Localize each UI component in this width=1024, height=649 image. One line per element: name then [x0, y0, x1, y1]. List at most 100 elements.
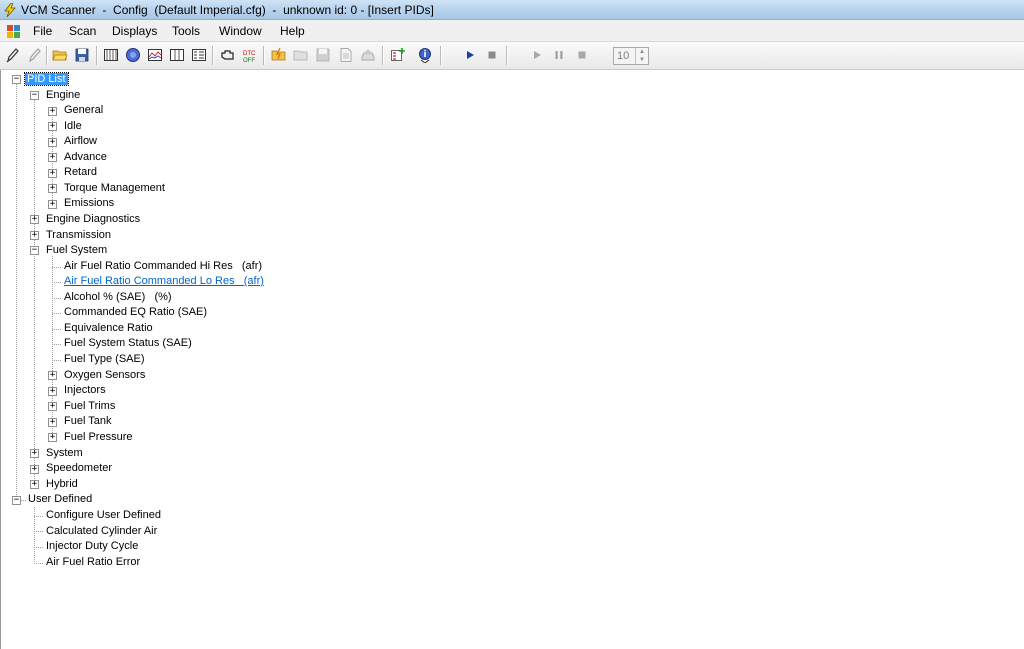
collapse-toggle[interactable]: − — [12, 75, 21, 84]
tree-node-engine[interactable]: Engine — [46, 88, 80, 103]
tree-node-user-defined[interactable]: User Defined — [28, 492, 92, 507]
expand-toggle[interactable]: + — [48, 107, 57, 116]
tree-node-pid-list[interactable]: PID List — [24, 72, 69, 87]
tree-node-fuel-tank[interactable]: Fuel Tank — [64, 414, 112, 429]
svg-text:OFF: OFF — [243, 58, 255, 63]
collapse-toggle[interactable]: − — [30, 91, 39, 100]
tree-node-speedometer[interactable]: Speedometer — [46, 461, 112, 476]
play-disabled-icon[interactable] — [529, 47, 545, 63]
table-view-icon[interactable] — [103, 47, 119, 63]
spinner-up-icon[interactable]: ▲ — [636, 48, 648, 56]
car-disabled-icon[interactable] — [360, 47, 376, 63]
tree-node-injector-duty-cycle[interactable]: Injector Duty Cycle — [46, 539, 138, 554]
tree-node-torque-management[interactable]: Torque Management — [64, 181, 165, 196]
expand-toggle[interactable]: + — [48, 433, 57, 442]
dtc-off-icon[interactable]: DTC OFF — [242, 47, 258, 63]
tree-node-commanded-eq-ratio[interactable]: Commanded EQ Ratio (SAE) — [64, 305, 207, 320]
toolbar-separator — [212, 46, 214, 65]
title-bar[interactable]: VCM Scanner - Config (Default Imperial.c… — [0, 0, 1024, 20]
spinner-arrows[interactable]: ▲ ▼ — [635, 48, 648, 64]
collapse-toggle[interactable]: − — [12, 496, 21, 505]
tree-node-injectors[interactable]: Injectors — [64, 383, 106, 398]
menu-displays[interactable]: Displays — [112, 24, 157, 38]
folder-disabled-icon[interactable] — [293, 47, 309, 63]
tree-node-oxygen-sensors[interactable]: Oxygen Sensors — [64, 368, 145, 383]
expand-toggle[interactable]: + — [48, 169, 57, 178]
stop-icon[interactable] — [484, 47, 500, 63]
tree-node-advance[interactable]: Advance — [64, 150, 107, 165]
tree-node-system[interactable]: System — [46, 446, 83, 461]
tree-node-hybrid[interactable]: Hybrid — [46, 477, 78, 492]
tree-node-calculated-cylinder-air[interactable]: Calculated Cylinder Air — [46, 524, 157, 539]
chart-view-icon[interactable] — [147, 47, 163, 63]
pid-select-icon[interactable] — [390, 47, 406, 63]
menu-tools[interactable]: Tools — [172, 24, 200, 38]
rate-spinner-value[interactable]: 10 — [617, 50, 629, 62]
open-log-icon[interactable] — [271, 47, 287, 63]
expand-toggle[interactable]: + — [30, 480, 39, 489]
column-view-icon[interactable] — [169, 47, 185, 63]
menu-window[interactable]: Window — [219, 24, 262, 38]
tree-node-emissions[interactable]: Emissions — [64, 196, 114, 211]
open-folder-icon[interactable] — [52, 47, 68, 63]
info-download-icon[interactable] — [417, 47, 433, 63]
tree-node-afr-commanded-hi-res[interactable]: Air Fuel Ratio Commanded Hi Res (afr) — [64, 259, 262, 274]
tree-node-configure-user-defined[interactable]: Configure User Defined — [46, 508, 161, 523]
expand-toggle[interactable]: + — [48, 402, 57, 411]
collapse-toggle[interactable]: − — [30, 246, 39, 255]
expand-toggle[interactable]: + — [48, 184, 57, 193]
menu-file[interactable]: File — [33, 24, 52, 38]
expand-toggle[interactable]: + — [48, 371, 57, 380]
menu-help[interactable]: Help — [280, 24, 305, 38]
toolbar-separator — [440, 46, 442, 65]
expand-toggle[interactable]: + — [48, 200, 57, 209]
toolbar-separator — [263, 46, 265, 65]
play-icon[interactable] — [462, 47, 478, 63]
tree-node-engine-diagnostics[interactable]: Engine Diagnostics — [46, 212, 140, 227]
tree-node-equivalence-ratio[interactable]: Equivalence Ratio — [64, 321, 153, 336]
expand-toggle[interactable]: + — [48, 138, 57, 147]
list-view-icon[interactable] — [191, 47, 207, 63]
tree-node-transmission[interactable]: Transmission — [46, 228, 111, 243]
menu-scan[interactable]: Scan — [69, 24, 96, 38]
pause-icon[interactable] — [551, 47, 567, 63]
pen-disabled-icon[interactable] — [26, 47, 42, 63]
tree-node-fuel-system-status[interactable]: Fuel System Status (SAE) — [64, 336, 192, 351]
save-icon[interactable] — [74, 47, 90, 63]
expand-toggle[interactable]: + — [48, 153, 57, 162]
expand-toggle[interactable]: + — [48, 387, 57, 396]
tree-node-fuel-pressure[interactable]: Fuel Pressure — [64, 430, 132, 445]
stop-disabled-icon[interactable] — [574, 47, 590, 63]
engine-icon[interactable] — [220, 47, 236, 63]
tree-node-afr-error[interactable]: Air Fuel Ratio Error — [46, 555, 140, 570]
spinner-down-icon[interactable]: ▼ — [636, 56, 648, 64]
page-disabled-icon[interactable] — [338, 47, 354, 63]
expand-toggle[interactable]: + — [30, 465, 39, 474]
svg-text:DTC: DTC — [243, 51, 256, 57]
toolbar-separator — [96, 46, 98, 65]
pid-tree[interactable]: − PID List − Engine + General + Idle + A… — [0, 70, 1024, 649]
pen-icon[interactable] — [4, 47, 20, 63]
tree-node-fuel-type[interactable]: Fuel Type (SAE) — [64, 352, 145, 367]
tree-node-airflow[interactable]: Airflow — [64, 134, 97, 149]
menu-bar: File Scan Displays Tools Window Help — [0, 20, 1024, 42]
tree-node-afr-commanded-lo-res[interactable]: Air Fuel Ratio Commanded Lo Res (afr) — [64, 274, 264, 289]
tree-node-fuel-trims[interactable]: Fuel Trims — [64, 399, 115, 414]
tree-node-general[interactable]: General — [64, 103, 103, 118]
save-disabled-icon[interactable] — [315, 47, 331, 63]
expand-toggle[interactable]: + — [48, 418, 57, 427]
gauge-icon[interactable] — [125, 47, 141, 63]
toolbar-separator — [382, 46, 384, 65]
tree-node-fuel-system[interactable]: Fuel System — [46, 243, 107, 258]
rate-spinner[interactable]: 10 ▲ ▼ — [613, 47, 649, 65]
mdi-document-icon[interactable] — [7, 25, 20, 38]
expand-toggle[interactable]: + — [30, 231, 39, 240]
expand-toggle[interactable]: + — [30, 449, 39, 458]
expand-toggle[interactable]: + — [30, 215, 39, 224]
toolbar-separator — [506, 46, 508, 65]
tree-node-idle[interactable]: Idle — [64, 119, 82, 134]
expand-toggle[interactable]: + — [48, 122, 57, 131]
toolbar: DTC OFF 10 ▲ ▼ — [0, 42, 1024, 70]
tree-node-retard[interactable]: Retard — [64, 165, 97, 180]
tree-node-alcohol-percent[interactable]: Alcohol % (SAE) (%) — [64, 290, 172, 305]
